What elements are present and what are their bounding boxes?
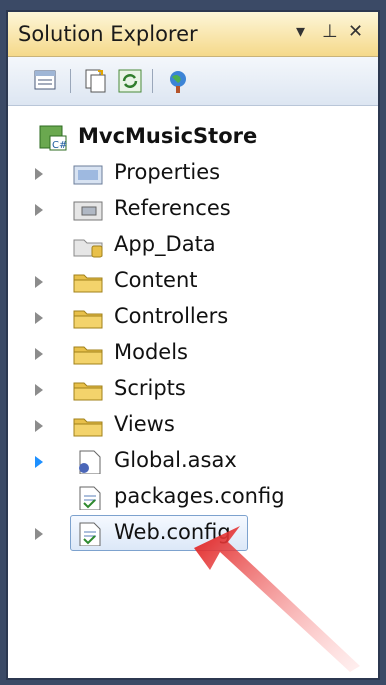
folder-icon xyxy=(72,414,106,438)
tree-item-app-data[interactable]: App_Data xyxy=(8,228,378,264)
svg-text:C#: C# xyxy=(52,140,67,151)
folder-icon xyxy=(72,342,106,366)
expand-arrow-icon[interactable] xyxy=(35,312,43,324)
app-data-folder-icon xyxy=(72,234,106,258)
global-asax-icon xyxy=(72,450,106,475)
tree-item-label: References xyxy=(114,196,231,220)
tree-item-label: packages.config xyxy=(114,484,285,508)
tree-item-properties[interactable]: Properties xyxy=(8,156,378,192)
expand-arrow-icon[interactable] xyxy=(35,276,43,288)
expand-arrow-icon[interactable] xyxy=(35,384,43,396)
toolbar-separator xyxy=(152,69,153,93)
pin-icon[interactable]: ⊥ xyxy=(322,21,338,42)
tree-item-models[interactable]: Models xyxy=(8,336,378,372)
properties-icon[interactable] xyxy=(32,67,60,95)
tree-item-references[interactable]: References xyxy=(8,192,378,228)
tree-item-label: Scripts xyxy=(114,376,186,400)
refresh-icon[interactable] xyxy=(116,67,144,95)
references-icon xyxy=(72,198,106,222)
tree-item-label: Global.asax xyxy=(114,448,237,472)
tree-item-label: Models xyxy=(114,340,188,364)
expand-arrow-icon[interactable] xyxy=(35,348,43,360)
tree-item-global-asax[interactable]: Global.asax xyxy=(8,444,378,480)
expand-arrow-icon[interactable] xyxy=(35,528,43,540)
config-file-icon xyxy=(72,486,106,511)
csharp-project-icon: C# xyxy=(38,124,68,152)
expand-arrow-icon[interactable] xyxy=(35,420,43,432)
close-icon[interactable]: ✕ xyxy=(348,21,363,42)
expand-arrow-icon[interactable] xyxy=(35,204,43,216)
folder-icon xyxy=(72,306,106,330)
toolbar-separator xyxy=(70,69,71,93)
tree-item-label: Properties xyxy=(114,160,221,184)
show-all-files-icon[interactable] xyxy=(82,67,110,95)
tree-item-label: MvcMusicStore xyxy=(78,124,258,148)
panel-title: Solution Explorer xyxy=(18,22,198,46)
expand-arrow-icon[interactable] xyxy=(35,168,43,180)
tree-item-packages-config[interactable]: packages.config xyxy=(8,480,378,516)
tree-item-scripts[interactable]: Scripts xyxy=(8,372,378,408)
properties-folder-icon xyxy=(72,162,106,186)
tree-root-project[interactable]: C# MvcMusicStore xyxy=(8,120,378,156)
dropdown-arrow-icon[interactable]: ▾ xyxy=(296,21,305,42)
folder-icon xyxy=(72,270,106,294)
tree-item-label: Views xyxy=(114,412,175,436)
tree-item-label: App_Data xyxy=(114,232,216,256)
tree-item-label: Content xyxy=(114,268,198,292)
tree-item-label: Controllers xyxy=(114,304,229,328)
toolbar xyxy=(8,57,378,106)
annotation-arrow xyxy=(194,526,360,672)
config-file-icon xyxy=(72,522,106,547)
tree-item-content[interactable]: Content xyxy=(8,264,378,300)
tree-item-controllers[interactable]: Controllers xyxy=(8,300,378,336)
tree-item-views[interactable]: Views xyxy=(8,408,378,444)
expand-arrow-icon[interactable] xyxy=(35,456,43,468)
title-bar[interactable]: Solution Explorer ▾ ⊥ ✕ xyxy=(8,12,378,57)
folder-icon xyxy=(72,378,106,402)
view-class-diagram-icon[interactable] xyxy=(164,67,192,95)
